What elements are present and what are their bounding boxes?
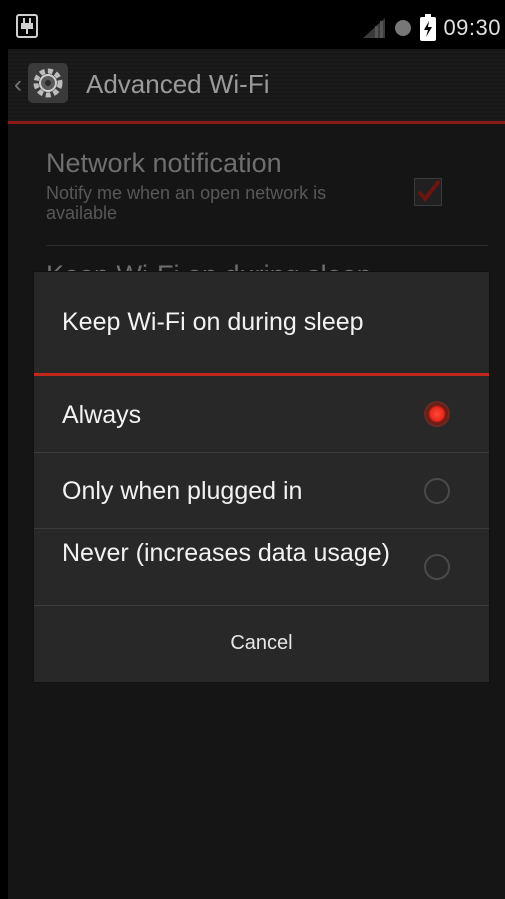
keep-wifi-dialog: Keep Wi-Fi on during sleep Always Only w… [34,272,489,682]
action-bar[interactable]: ‹ Advanced Wi-Fi [8,49,505,121]
option-only-when-plugged-in[interactable]: Only when plugged in [34,453,489,529]
radio-unselected-icon[interactable] [424,478,450,504]
radio-selected-icon[interactable] [424,401,450,427]
settings-gear-icon[interactable] [28,63,68,103]
page-title: Advanced Wi-Fi [86,69,270,99]
option-always[interactable]: Always [34,376,489,452]
option-label: Never (increases data usage) [62,539,390,567]
option-label: Always [62,401,142,429]
android-screen: 09:30 ‹ Advanced Wi-Fi Network notificat… [8,8,505,899]
option-never[interactable]: Never (increases data usage) [34,529,489,605]
signal-icon [363,18,386,38]
clock: 09:30 [443,15,501,40]
status-icons: 09:30 [361,14,501,42]
cancel-button[interactable]: Cancel [34,605,489,682]
pref-summary: Notify me when an open network is availa… [46,183,327,223]
usb-debug-icon [16,14,38,38]
dialog-title: Keep Wi-Fi on during sleep [62,308,364,336]
chevron-left-icon[interactable]: ‹ [14,71,22,99]
pref-title: Network notification [46,148,282,178]
list-divider [46,245,488,246]
status-bar: 09:30 [8,8,505,49]
option-label: Only when plugged in [62,477,303,505]
network-notification-checkbox[interactable] [414,178,442,206]
battery-charging-icon [420,14,437,41]
pref-network-notification[interactable]: Network notification Notify me when an o… [46,148,486,223]
radio-unselected-icon[interactable] [424,554,450,580]
circle-icon [395,20,412,36]
